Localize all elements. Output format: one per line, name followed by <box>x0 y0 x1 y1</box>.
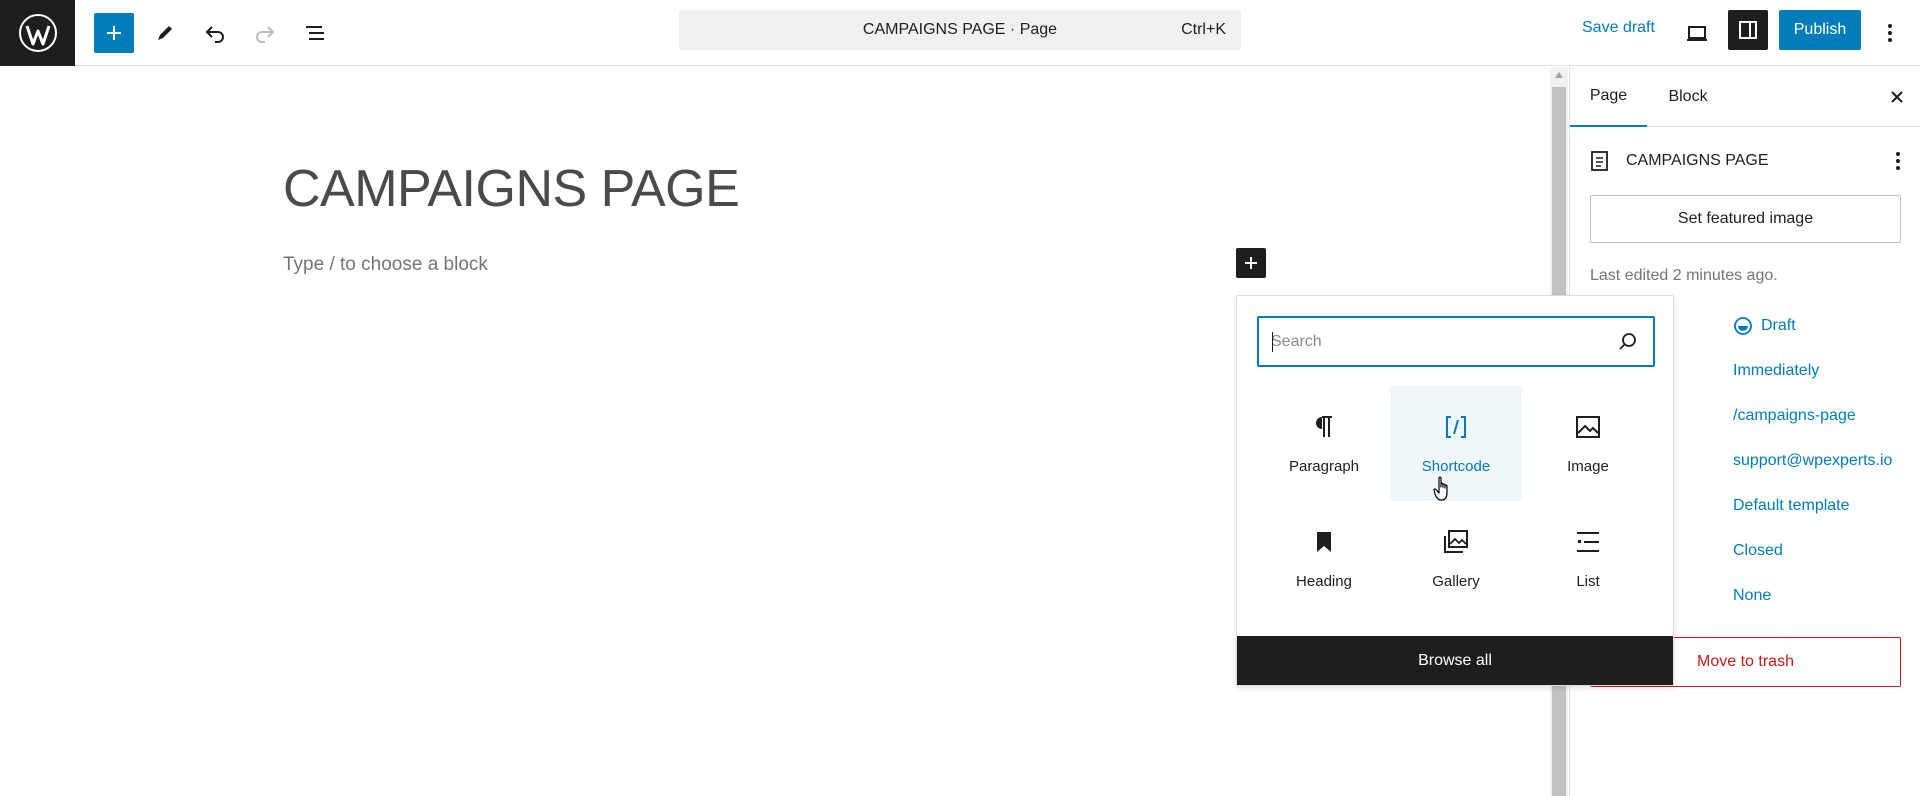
block-option-gallery[interactable]: Gallery <box>1390 501 1522 616</box>
block-option-heading[interactable]: Heading <box>1258 501 1390 616</box>
block-option-image[interactable]: Image <box>1522 386 1654 501</box>
shortcode-icon <box>1441 412 1471 442</box>
block-option-label: List <box>1576 573 1600 590</box>
page-icon <box>1591 151 1608 171</box>
close-sidebar-button[interactable] <box>1883 83 1911 111</box>
paragraph-icon <box>1309 412 1339 442</box>
close-icon <box>1891 91 1903 103</box>
last-edited-text: Last edited 2 minutes ago. <box>1590 267 1778 284</box>
list-view-icon <box>306 26 324 40</box>
block-option-list[interactable]: List <box>1522 501 1654 616</box>
block-option-label: Image <box>1567 458 1609 475</box>
block-search-input[interactable] <box>1271 332 1611 351</box>
block-option-label: Heading <box>1296 573 1352 590</box>
publish-date-control[interactable]: Immediately <box>1733 362 1819 380</box>
gallery-icon <box>1441 527 1471 557</box>
discussion-control[interactable]: Closed <box>1733 542 1783 560</box>
page-title[interactable]: CAMPAIGNS PAGE <box>283 159 740 219</box>
quick-inserter-popover: Paragraph Shortcode Image Heading Galler… <box>1236 295 1674 686</box>
author-control[interactable]: support@wpexperts.io <box>1733 452 1892 470</box>
undo-button[interactable] <box>195 13 235 53</box>
block-option-label: Shortcode <box>1421 458 1491 475</box>
block-option-label: Paragraph <box>1288 458 1360 475</box>
sidebar-icon <box>1739 21 1757 39</box>
more-vertical-icon <box>1888 24 1892 42</box>
sidebar-tabs: Page Block <box>1570 67 1920 127</box>
wordpress-logo-icon[interactable] <box>0 0 75 66</box>
plus-icon <box>1245 257 1257 269</box>
block-option-shortcode[interactable]: Shortcode <box>1390 386 1522 501</box>
block-placeholder[interactable]: Type / to choose a block <box>283 254 488 276</box>
draft-status-icon <box>1734 317 1752 335</box>
settings-toggle-button[interactable] <box>1728 10 1768 50</box>
document-overview-button[interactable] <box>295 13 335 53</box>
tab-block[interactable]: Block <box>1658 67 1718 127</box>
add-block-button[interactable] <box>94 13 134 53</box>
block-inserter-button[interactable] <box>1236 248 1266 278</box>
command-palette-bar[interactable]: CAMPAIGNS PAGE · Page Ctrl+K <box>679 10 1241 50</box>
more-vertical-icon <box>1896 152 1900 170</box>
document-title: CAMPAIGNS PAGE <box>1626 152 1769 169</box>
template-control[interactable]: Default template <box>1733 497 1850 515</box>
view-button[interactable] <box>1677 13 1717 53</box>
save-draft-button[interactable]: Save draft <box>1582 19 1655 37</box>
editor-header: CAMPAIGNS PAGE · Page Ctrl+K Save draft … <box>0 0 1920 66</box>
browse-all-button[interactable]: Browse all <box>1237 636 1673 685</box>
desktop-preview-icon <box>1687 26 1707 41</box>
scroll-up-arrow-icon[interactable] <box>1555 72 1563 78</box>
publish-button[interactable]: Publish <box>1779 10 1861 50</box>
pencil-icon <box>158 26 172 40</box>
plus-icon <box>107 26 121 40</box>
tools-button[interactable] <box>145 13 185 53</box>
block-search-field[interactable] <box>1257 316 1655 367</box>
heading-icon <box>1309 527 1339 557</box>
hand-pointer-cursor-icon <box>1433 476 1448 501</box>
block-option-label: Gallery <box>1432 573 1480 590</box>
command-bar-shortcut: Ctrl+K <box>1181 21 1226 38</box>
search-icon <box>1619 333 1636 350</box>
permalink-control[interactable]: /campaigns-page <box>1733 407 1856 425</box>
document-summary: CAMPAIGNS PAGE <box>1590 147 1910 175</box>
document-actions-button[interactable] <box>1886 147 1910 175</box>
options-button[interactable] <box>1870 13 1910 53</box>
list-icon <box>1573 527 1603 557</box>
undo-icon <box>205 26 224 43</box>
redo-button[interactable] <box>245 13 285 53</box>
block-option-paragraph[interactable]: Paragraph <box>1258 386 1390 501</box>
status-value: Draft <box>1761 317 1796 334</box>
status-control[interactable]: Draft <box>1733 316 1796 336</box>
set-featured-image-button[interactable]: Set featured image <box>1590 195 1901 243</box>
text-caret <box>1272 332 1273 352</box>
image-icon <box>1573 412 1603 442</box>
command-bar-title: CAMPAIGNS PAGE · Page <box>862 21 1058 38</box>
parent-control[interactable]: None <box>1733 587 1771 605</box>
tab-page[interactable]: Page <box>1570 67 1647 127</box>
redo-icon <box>256 26 275 43</box>
